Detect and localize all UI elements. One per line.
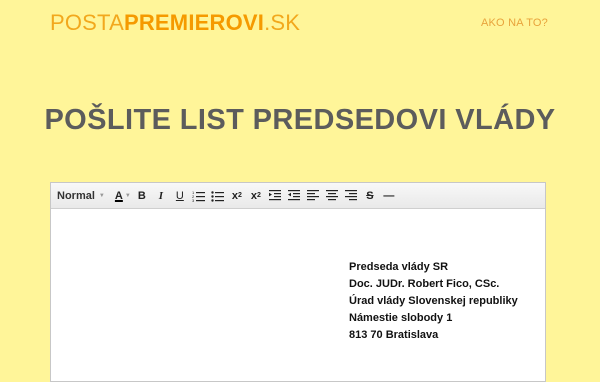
- align-left-button[interactable]: [305, 187, 321, 205]
- address-line: Námestie slobody 1: [349, 312, 453, 324]
- superscript-mark: 2: [256, 192, 261, 199]
- recipient-address: Predseda vlády SR Doc. JUDr. Robert Fico…: [349, 259, 518, 344]
- logo-prefix: POSTA: [50, 10, 124, 35]
- chevron-down-icon: ▼: [124, 192, 131, 199]
- address-line: 813 70 Bratislava: [349, 329, 439, 341]
- address-line: Úrad vlády Slovenskej republiky: [349, 295, 518, 307]
- outdent-icon: [287, 190, 300, 201]
- address-line: Predseda vlády SR: [349, 261, 449, 273]
- editor-content[interactable]: Predseda vlády SR Doc. JUDr. Robert Fico…: [51, 209, 545, 381]
- editor-toolbar: Normal ▼ A ▼ B I U 1 2 3 x 2 x 2 S —: [51, 183, 545, 209]
- indent-button[interactable]: [267, 187, 283, 205]
- ordered-list-button[interactable]: 1 2 3: [191, 187, 207, 205]
- text-color-button[interactable]: A ▼: [115, 187, 131, 205]
- align-center-button[interactable]: [324, 187, 340, 205]
- top-bar: POSTAPREMIEROVI.SK AKO NA TO?: [0, 0, 600, 48]
- superscript-button[interactable]: x2: [248, 187, 264, 205]
- svg-text:3: 3: [192, 198, 195, 202]
- bullet-list-icon: [211, 190, 224, 202]
- site-logo[interactable]: POSTAPREMIEROVI.SK: [50, 9, 300, 37]
- align-left-icon: [306, 190, 319, 201]
- underline-button[interactable]: U: [172, 187, 188, 205]
- logo-suffix: .SK: [264, 10, 301, 35]
- text-color-icon: A: [114, 189, 123, 202]
- italic-button[interactable]: I: [153, 187, 169, 205]
- page-title: POŠLITE LIST PREDSEDOVI VLÁDY: [44, 104, 556, 136]
- align-center-icon: [325, 190, 338, 201]
- ordered-list-icon: 1 2 3: [192, 190, 205, 202]
- letter-editor: Normal ▼ A ▼ B I U 1 2 3 x 2 x 2 S — Pre…: [50, 182, 546, 382]
- subscript-mark: 2: [237, 192, 242, 199]
- indent-icon: [268, 190, 281, 201]
- horizontal-rule-button[interactable]: —: [381, 187, 397, 205]
- chevron-down-icon: ▼: [98, 192, 105, 199]
- align-right-button[interactable]: [343, 187, 359, 205]
- address-line: Doc. JUDr. Robert Fico, CSc.: [349, 278, 500, 290]
- subscript-button[interactable]: x2: [229, 187, 245, 205]
- format-select-value: Normal: [57, 189, 95, 202]
- align-right-icon: [344, 190, 357, 201]
- bold-button[interactable]: B: [134, 187, 150, 205]
- strikethrough-button[interactable]: S: [362, 187, 378, 205]
- format-select[interactable]: Normal ▼: [57, 190, 105, 202]
- bullet-list-button[interactable]: [210, 187, 226, 205]
- logo-strong: PREMIEROVI: [123, 10, 265, 35]
- outdent-button[interactable]: [286, 187, 302, 205]
- help-link[interactable]: AKO NA TO?: [481, 17, 548, 29]
